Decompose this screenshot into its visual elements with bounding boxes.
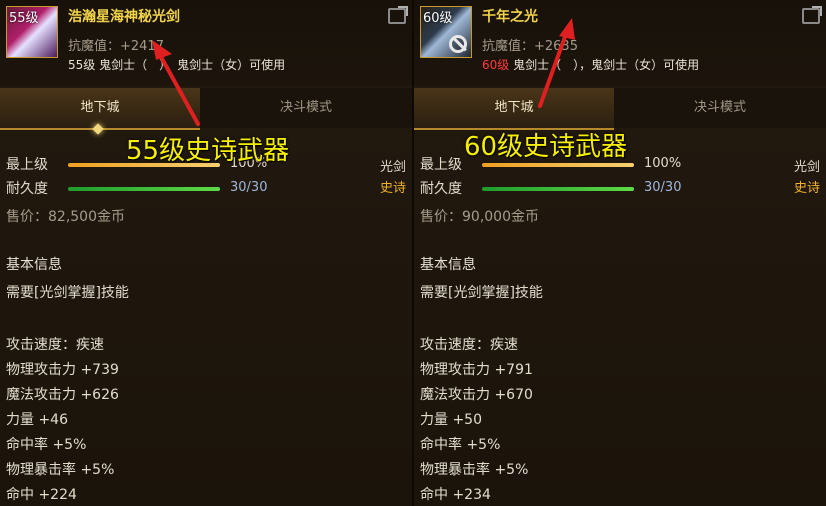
top-grade-percent: 100% (644, 156, 682, 171)
light-sword-icon[interactable]: 55级 (6, 6, 58, 58)
ban-icon (449, 35, 467, 53)
stat-line: 力量 +50 (420, 412, 482, 428)
usable-level: 60级 (482, 58, 510, 72)
usable-prefix: 55级 鬼剑士（ (68, 58, 148, 72)
weapon-type: 光剑 (793, 160, 820, 175)
usable-suffix: ），鬼剑士（女）可使用 (159, 58, 286, 72)
durability-value: 30/30 (644, 180, 682, 195)
item-tooltip-right: 60级 千年之光 抗魔值：+2635 60级 鬼剑士（男），鬼剑士（女）可使用 … (414, 0, 826, 506)
usable-by: 60级 鬼剑士（男），鬼剑士（女）可使用 (482, 56, 699, 73)
stat-line: 物理暴击率 +5% (420, 462, 529, 478)
anti-magic-value: 抗魔值：+2635 (482, 39, 578, 54)
stat-line: 命中率 +5% (6, 437, 87, 453)
sell-price: 售价：82,500金币 (6, 209, 125, 225)
stat-line: 命中 +234 (420, 487, 491, 503)
usable-hidden: 男 (561, 58, 574, 72)
durability-bar (482, 187, 634, 191)
level-badge: 55级 (9, 11, 39, 26)
skill-requirement: 需要[光剑掌握]技能 (6, 285, 129, 301)
item-name: 浩瀚星海神秘光剑 (68, 9, 180, 25)
stat-line: 魔法攻击力 +670 (420, 387, 533, 403)
usable-hidden: 男 (147, 58, 160, 72)
item-header: 60级 千年之光 抗魔值：+2635 60级 鬼剑士（男），鬼剑士（女）可使用 (414, 0, 826, 86)
anti-magic-value: 抗魔值：+2417 (68, 39, 164, 54)
sell-price: 售价：90,000金币 (420, 209, 539, 225)
item-tooltip-left: 55级 浩瀚星海神秘光剑 抗魔值：+2417 55级 鬼剑士（男），鬼剑士（女）… (0, 0, 412, 506)
light-sword-icon[interactable]: 60级 (420, 6, 472, 58)
rarity: 史诗 (793, 181, 820, 196)
tab-dungeon[interactable]: 地下城 (0, 88, 200, 130)
mode-tabs: 地下城 决斗模式 (414, 88, 826, 130)
durability-value: 30/30 (230, 180, 268, 195)
tab-pvp[interactable]: 决斗模式 (200, 88, 412, 128)
durability-label: 耐久度 (6, 181, 48, 197)
durability-label: 耐久度 (420, 181, 462, 197)
stat-line: 物理攻击力 +791 (420, 362, 533, 378)
stat-line: 命中 +224 (6, 487, 77, 503)
share-icon[interactable] (802, 6, 822, 24)
top-grade-label: 最上级 (420, 157, 462, 173)
basic-info-title: 基本信息 (420, 257, 476, 273)
tab-dungeon[interactable]: 地下城 (414, 88, 614, 130)
rarity: 史诗 (379, 181, 406, 196)
level-badge: 60级 (423, 11, 453, 26)
stat-line: 命中率 +5% (420, 437, 501, 453)
stat-line: 物理暴击率 +5% (6, 462, 115, 478)
weapon-type: 光剑 (379, 160, 406, 175)
annotation-label: 55级史诗武器 (126, 136, 290, 166)
stat-line: 物理攻击力 +739 (6, 362, 119, 378)
comparison-screenshot: 55级 浩瀚星海神秘光剑 抗魔值：+2417 55级 鬼剑士（男），鬼剑士（女）… (0, 0, 826, 506)
share-icon[interactable] (388, 6, 408, 24)
usable-by: 55级 鬼剑士（男），鬼剑士（女）可使用 (68, 56, 285, 73)
item-header: 55级 浩瀚星海神秘光剑 抗魔值：+2417 55级 鬼剑士（男），鬼剑士（女）… (0, 0, 412, 86)
durability-bar (68, 187, 220, 191)
item-name: 千年之光 (482, 9, 538, 25)
tab-pvp[interactable]: 决斗模式 (614, 88, 826, 128)
top-grade-label: 最上级 (6, 157, 48, 173)
stat-line: 魔法攻击力 +626 (6, 387, 119, 403)
usable-suffix: ），鬼剑士（女）可使用 (573, 58, 700, 72)
usable-prefix: 鬼剑士（ (509, 58, 562, 72)
mode-tabs: 地下城 决斗模式 (0, 88, 412, 130)
annotation-label: 60级史诗武器 (464, 132, 628, 162)
top-grade-bar (482, 163, 634, 167)
skill-requirement: 需要[光剑掌握]技能 (420, 285, 543, 301)
stat-line: 攻击速度：疾速 (420, 337, 518, 353)
stat-line: 攻击速度：疾速 (6, 337, 104, 353)
stat-line: 力量 +46 (6, 412, 68, 428)
basic-info-title: 基本信息 (6, 257, 62, 273)
